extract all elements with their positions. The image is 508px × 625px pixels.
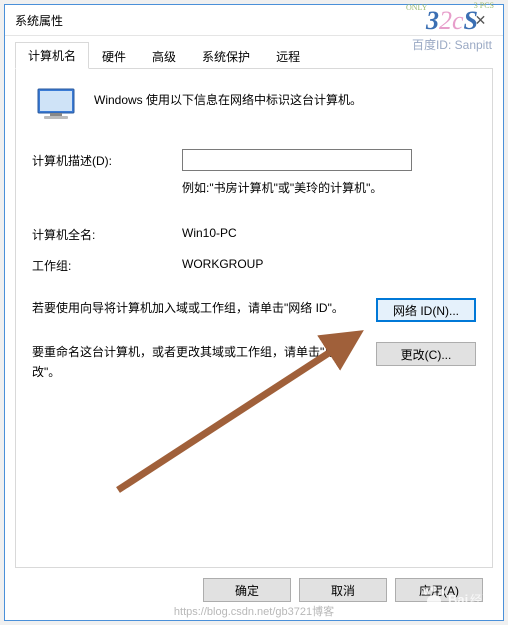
description-example: 例如:"书房计算机"或"美玲的计算机"。 [182, 179, 476, 196]
description-input[interactable] [182, 149, 412, 171]
window-body: 计算机名 硬件 高级 系统保护 远程 Windows 使用以下信息在网络中标识这… [5, 36, 503, 620]
computer-icon [36, 87, 76, 123]
workgroup-row: 工作组: WORKGROUP [32, 257, 476, 274]
workgroup-label: 工作组: [32, 257, 182, 274]
ok-button[interactable]: 确定 [203, 578, 291, 602]
close-icon: ✕ [475, 12, 487, 29]
close-button[interactable]: ✕ [458, 5, 503, 35]
network-id-button[interactable]: 网络 ID(N)... [376, 298, 476, 322]
tab-panel-computer-name: Windows 使用以下信息在网络中标识这台计算机。 计算机描述(D): 例如:… [15, 68, 493, 568]
workgroup-value: WORKGROUP [182, 257, 263, 274]
change-button[interactable]: 更改(C)... [376, 342, 476, 366]
full-name-value: Win10-PC [182, 226, 237, 243]
intro-row: Windows 使用以下信息在网络中标识这台计算机。 [32, 87, 476, 123]
tab-strip: 计算机名 硬件 高级 系统保护 远程 [15, 44, 493, 68]
intro-text: Windows 使用以下信息在网络中标识这台计算机。 [94, 87, 476, 108]
description-row: 计算机描述(D): [32, 149, 476, 171]
description-label: 计算机描述(D): [32, 152, 182, 169]
cancel-button[interactable]: 取消 [299, 578, 387, 602]
system-properties-window: 系统属性 ✕ 计算机名 硬件 高级 系统保护 远程 [4, 4, 504, 621]
tab-remote[interactable]: 远程 [263, 43, 313, 69]
network-id-row: 若要使用向导将计算机加入域或工作组，请单击"网络 ID"。 网络 ID(N)..… [32, 298, 476, 322]
change-row: 要重命名这台计算机，或者更改其域或工作组，请单击"更改"。 更改(C)... [32, 342, 476, 383]
tab-computer-name[interactable]: 计算机名 [15, 42, 89, 69]
tab-system-protection[interactable]: 系统保护 [189, 43, 263, 69]
change-text: 要重命名这台计算机，或者更改其域或工作组，请单击"更改"。 [32, 342, 360, 383]
network-id-text: 若要使用向导将计算机加入域或工作组，请单击"网络 ID"。 [32, 298, 360, 318]
window-title: 系统属性 [15, 12, 63, 29]
titlebar: 系统属性 ✕ [5, 5, 503, 36]
tab-advanced[interactable]: 高级 [139, 43, 189, 69]
tab-hardware[interactable]: 硬件 [89, 43, 139, 69]
full-name-row: 计算机全名: Win10-PC [32, 226, 476, 243]
full-name-label: 计算机全名: [32, 226, 182, 243]
apply-button[interactable]: 应用(A) [395, 578, 483, 602]
dialog-buttons: 确定 取消 应用(A) [15, 568, 493, 612]
